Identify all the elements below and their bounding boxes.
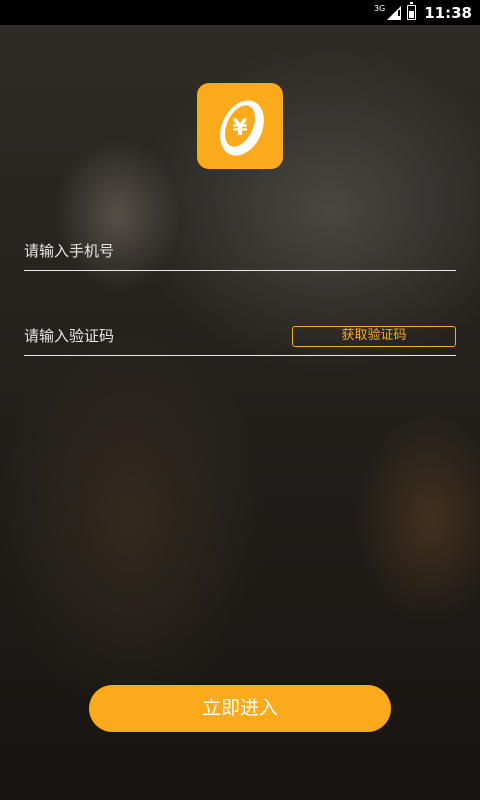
status-bar: 3G 11:38 <box>0 0 480 25</box>
phone-placeholder: 请输入手机号 <box>24 242 115 260</box>
get-code-button[interactable]: 获取验证码 <box>292 326 456 347</box>
phone-input[interactable]: 请输入手机号 <box>24 237 456 271</box>
code-placeholder: 请输入验证码 <box>24 327 115 345</box>
verification-code-input[interactable]: 请输入验证码 获取验证码 <box>24 322 456 356</box>
network-type: 3G <box>373 4 386 13</box>
yen-coin-icon: ¥ <box>220 100 264 156</box>
clock: 11:38 <box>424 3 472 22</box>
enter-button[interactable]: 立即进入 <box>89 685 391 732</box>
signal-icon <box>387 5 402 20</box>
app-logo: ¥ <box>197 83 283 169</box>
battery-icon <box>407 2 417 20</box>
yen-symbol: ¥ <box>232 116 248 141</box>
